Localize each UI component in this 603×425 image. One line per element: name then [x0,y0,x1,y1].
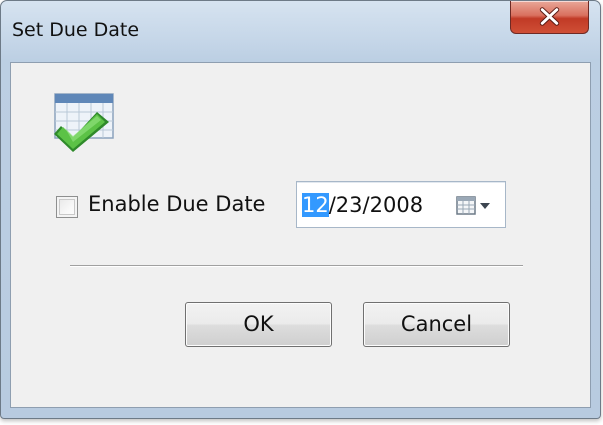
date-day-year[interactable]: /23/2008 [329,193,423,217]
close-button[interactable] [510,1,589,34]
date-month-selected[interactable]: 12 [302,193,329,217]
title-bar[interactable]: Set Due Date [1,1,600,61]
ok-button[interactable]: OK [185,302,332,347]
cancel-button[interactable]: Cancel [363,302,510,347]
calendar-dropdown-icon[interactable] [455,193,499,219]
due-date-picker[interactable]: 12/23/2008 [296,181,506,228]
set-due-date-dialog: Set Due Date Enable Due Date 12/23/2008 … [0,0,601,419]
enable-due-date-checkbox[interactable] [56,196,78,218]
calendar-checkmark-icon [54,93,114,152]
date-value[interactable]: 12/23/2008 [302,193,423,217]
enable-due-date-label[interactable]: Enable Due Date [88,192,265,216]
window-title: Set Due Date [12,19,140,41]
close-icon [539,7,560,26]
dialog-content: Enable Due Date 12/23/2008 OK Cancel [10,62,591,408]
separator-line [70,265,523,267]
